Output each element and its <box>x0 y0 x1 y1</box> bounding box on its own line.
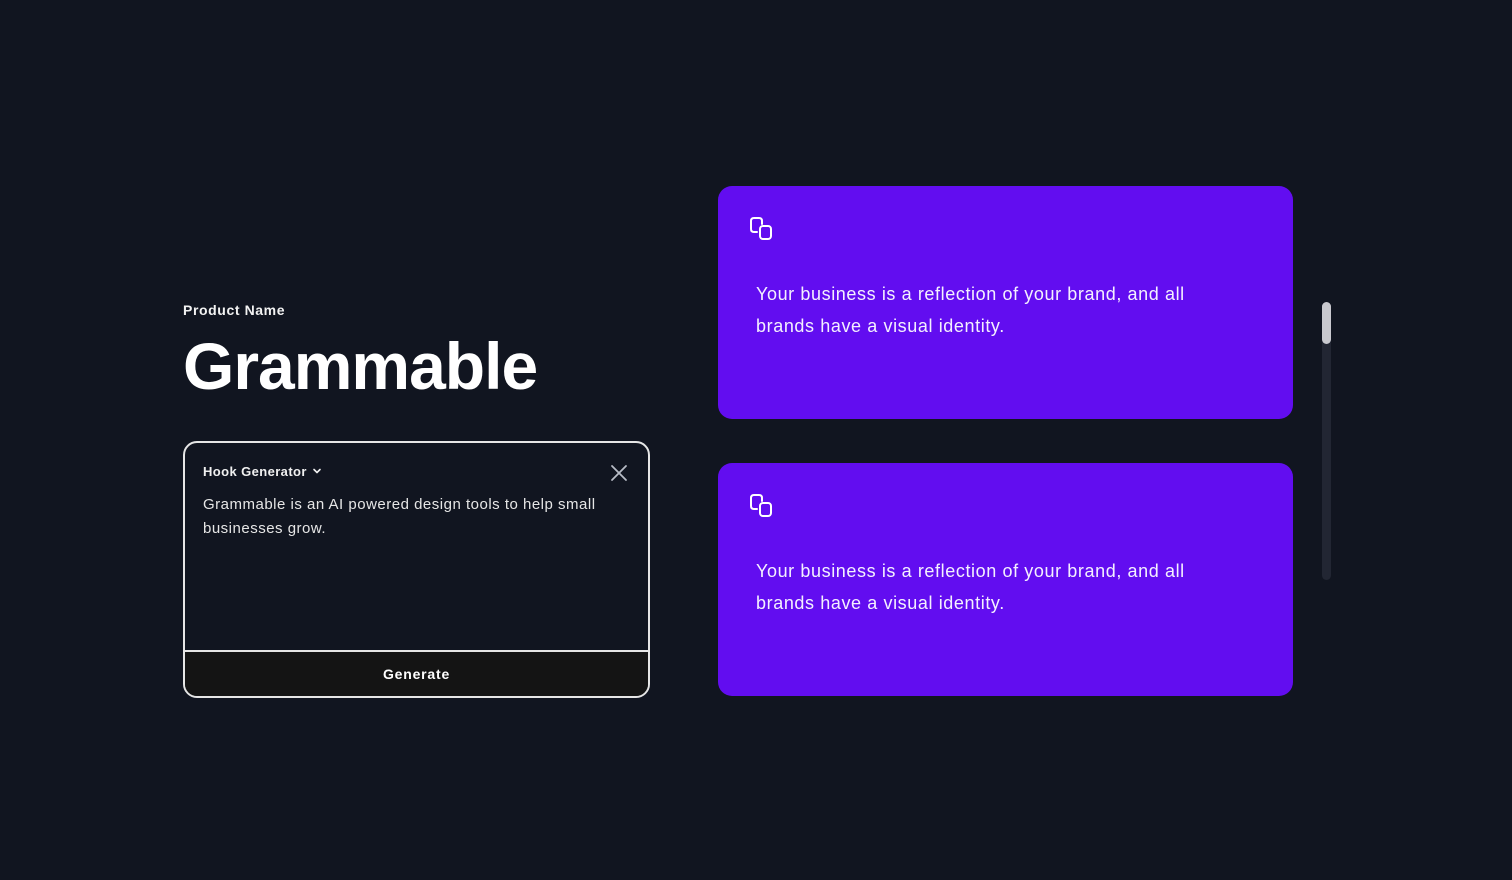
generate-button[interactable]: Generate <box>185 650 648 696</box>
close-icon <box>608 465 630 488</box>
header-block: Product Name Grammable <box>183 300 650 406</box>
eyebrow-label: Product Name <box>183 302 286 318</box>
page: Product Name Grammable Hook Generator Gr… <box>0 0 1512 880</box>
scrollbar-thumb[interactable] <box>1322 302 1331 344</box>
generator-card-header: Hook Generator <box>203 463 630 485</box>
generator-card: Hook Generator Grammable is an AI powere… <box>183 441 650 698</box>
page-title: Grammable <box>183 329 538 403</box>
scrollbar-track[interactable] <box>1322 302 1331 580</box>
close-button[interactable] <box>608 462 630 484</box>
result-text: Your business is a reflection of your br… <box>756 284 1185 336</box>
tool-dropdown-label: Hook Generator <box>203 464 307 479</box>
chevron-down-icon <box>312 464 322 479</box>
copy-icon[interactable] <box>748 493 774 519</box>
result-card: Your business is a reflection of your br… <box>718 463 1293 696</box>
result-text: Your business is a reflection of your br… <box>756 561 1185 613</box>
copy-icon[interactable] <box>748 216 774 242</box>
result-card: Your business is a reflection of your br… <box>718 186 1293 419</box>
prompt-textarea[interactable]: Grammable is an AI powered design tools … <box>203 493 623 541</box>
tool-dropdown[interactable]: Hook Generator <box>203 464 322 479</box>
